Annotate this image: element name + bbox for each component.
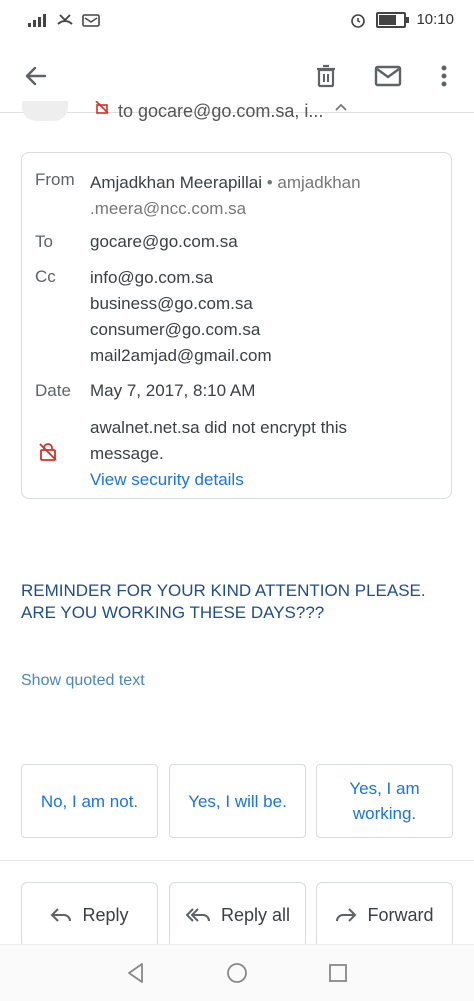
- cc-recipient[interactable]: consumer@go.com.sa: [90, 317, 272, 343]
- nav-back-icon[interactable]: [124, 961, 148, 985]
- message-details-card: From Amjadkhan Meerapillai • amjadkhan .…: [21, 152, 452, 499]
- show-quoted-text-link[interactable]: Show quoted text: [21, 672, 145, 690]
- nav-home-icon[interactable]: [225, 961, 249, 985]
- status-time: 10:10: [416, 11, 454, 28]
- cc-list: info@go.com.sa business@go.com.sa consum…: [90, 265, 272, 369]
- to-value[interactable]: gocare@go.com.sa: [90, 232, 238, 252]
- from-label: From: [35, 170, 75, 189]
- mail-icon: [374, 65, 402, 87]
- reply-label: Reply: [82, 904, 129, 925]
- forward-label: Forward: [367, 904, 434, 925]
- forward-button[interactable]: Forward: [316, 882, 453, 948]
- status-icons-right: 10:10: [350, 11, 454, 28]
- recipient-summary-row[interactable]: to gocare@go.com.sa, i...: [22, 101, 352, 123]
- system-nav-bar: [0, 944, 474, 1001]
- reply-all-icon: [185, 908, 210, 922]
- smart-reply-no[interactable]: No, I am not.: [21, 764, 158, 838]
- to-label: To: [35, 232, 53, 251]
- sender-email-part1[interactable]: amjadkhan: [277, 173, 360, 192]
- message-body-line2: ARE YOU WORKING THESE DAYS???: [21, 603, 325, 622]
- reply-icon: [51, 908, 72, 922]
- smart-reply-label: No, I am not.: [40, 791, 139, 811]
- delete-button[interactable]: [308, 58, 344, 94]
- battery-icon: [376, 11, 410, 28]
- status-icons-left: [26, 12, 100, 28]
- security-notice-line1: awalnet.net.sa did not encrypt this: [90, 418, 348, 437]
- back-button[interactable]: [18, 58, 54, 94]
- date-label: Date: [35, 381, 71, 400]
- signal-icon: [28, 14, 46, 27]
- back-arrow-icon: [25, 66, 47, 86]
- smart-reply-yes-will-be[interactable]: Yes, I will be.: [169, 764, 306, 838]
- recipient-summary-text: to gocare@go.com.sa, i...: [118, 101, 324, 121]
- message-body: REMINDER FOR YOUR KIND ATTENTION PLEASE.…: [21, 580, 426, 624]
- more-vert-icon: [441, 65, 447, 87]
- status-bar: 10:10: [0, 0, 474, 40]
- cc-recipient[interactable]: mail2amjad@gmail.com: [90, 343, 272, 369]
- alarm-icon: [351, 13, 366, 28]
- message-body-line1: REMINDER FOR YOUR KIND ATTENTION PLEASE.: [21, 581, 426, 600]
- smart-reply-yes-working[interactable]: Yes, I am working.: [316, 764, 453, 838]
- cc-recipient[interactable]: info@go.com.sa: [90, 265, 272, 291]
- sender-email-part2[interactable]: .meera@ncc.com.sa: [90, 199, 246, 218]
- security-notice: awalnet.net.sa did not encrypt this mess…: [90, 415, 347, 493]
- sender-name: Amjadkhan Meerapillai: [90, 173, 262, 192]
- more-options-button[interactable]: [426, 58, 462, 94]
- smart-reply-label: Yes, I will be.: [188, 791, 287, 811]
- date-value: May 7, 2017, 8:10 AM: [90, 381, 256, 400]
- reply-all-button[interactable]: Reply all: [169, 882, 306, 948]
- avatar: [22, 101, 68, 121]
- trash-icon: [317, 64, 335, 88]
- unencrypted-lock-icon: [39, 443, 57, 461]
- cc-label: Cc: [35, 267, 56, 286]
- from-value: Amjadkhan Meerapillai • amjadkhan .meera…: [90, 170, 440, 222]
- reply-all-label: Reply all: [220, 904, 291, 925]
- smart-reply-label-line1: Yes, I am: [349, 779, 420, 798]
- sender-separator: •: [266, 173, 273, 192]
- mark-unread-button[interactable]: [370, 58, 406, 94]
- voicemail-icon: [82, 14, 100, 27]
- reply-button[interactable]: Reply: [21, 882, 158, 948]
- missed-call-icon: [57, 14, 73, 25]
- nav-recents-icon[interactable]: [326, 961, 350, 985]
- security-notice-line2: message.: [90, 444, 164, 463]
- smart-reply-label-line2: working.: [352, 804, 417, 823]
- divider: [0, 860, 474, 861]
- collapse-chevron-icon[interactable]: [334, 101, 348, 115]
- view-security-details-link[interactable]: View security details: [90, 467, 347, 493]
- cc-recipient[interactable]: business@go.com.sa: [90, 291, 272, 317]
- unencrypted-lock-icon-small: [95, 101, 109, 114]
- forward-icon: [336, 908, 357, 922]
